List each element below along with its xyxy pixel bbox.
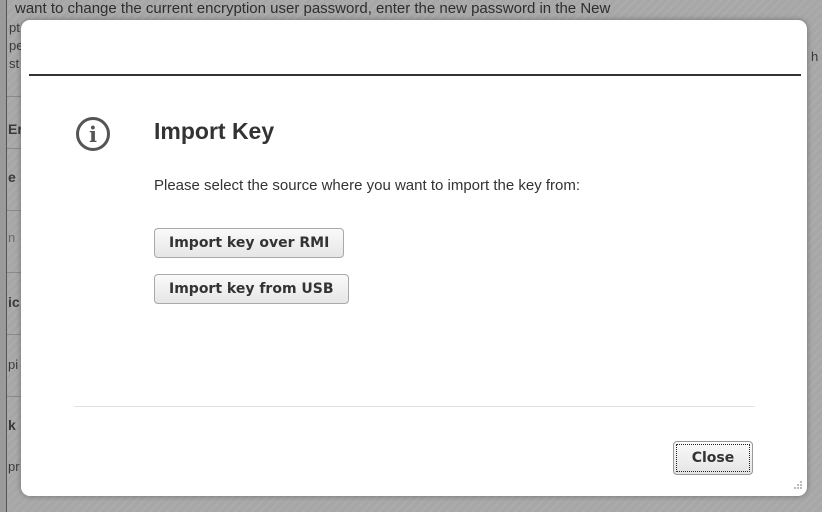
background-fragment: pt [9,20,20,35]
dialog-message: Please select the source where you want … [154,177,581,194]
dialog-footer-divider [74,406,755,407]
background-fragment: n [8,230,16,245]
dialog-title: Import Key [154,118,275,144]
info-icon: i [76,117,110,151]
import-key-from-usb-button[interactable]: Import key from USB [154,274,349,304]
background-fragment: pi [8,357,19,372]
resize-grip-icon[interactable] [789,478,803,492]
background-fragment: h [811,49,819,64]
background-fragment: st [9,56,20,71]
close-button[interactable]: Close [673,441,753,475]
import-key-dialog: i Import Key Please select the source wh… [21,20,807,496]
background-fragment: ic [8,294,20,310]
import-key-over-rmi-button[interactable]: Import key over RMI [154,228,345,258]
background-instruction-text: want to change the current encryption us… [15,0,611,17]
background-fragment: k [8,417,16,433]
dialog-header-rule [29,74,801,76]
background-fragment: e [8,169,16,185]
background-fragment: pr [8,459,20,474]
